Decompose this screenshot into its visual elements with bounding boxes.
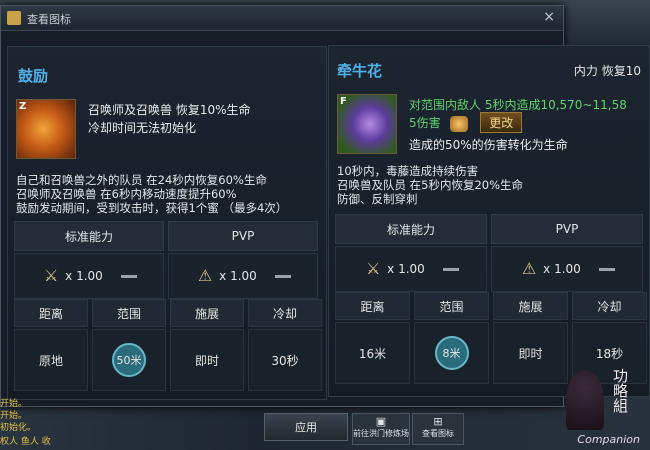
mult-value: x 1.00: [65, 269, 103, 283]
stat-range: 50米: [92, 329, 166, 391]
view-icons-label: 查看图标: [422, 429, 454, 438]
left-skill-name: 鼓励: [18, 67, 49, 85]
sword-icon: ⚔: [366, 259, 381, 278]
right-skill-icon[interactable]: F: [337, 94, 397, 154]
pvp-icon: ⚠: [522, 259, 537, 278]
window-title: 查看图标: [27, 13, 71, 26]
tab-pvp[interactable]: PVP: [168, 221, 318, 251]
right-desc-line: 召唤兽及队员 在5秒内恢复20%生命: [337, 178, 524, 192]
left-stat-values: 原地 50米 即时 30秒: [14, 329, 322, 391]
companion-label: Companion: [577, 433, 640, 446]
right-skill-name: 牵牛花: [337, 62, 383, 80]
left-effect-line2: 冷却时间无法初始化: [88, 121, 197, 135]
right-stat-headers: 距离 范围 施展 冷却: [335, 292, 647, 320]
stat-header-cast: 施展: [493, 292, 568, 320]
tab-pvp[interactable]: PVP: [491, 214, 643, 244]
dash-icon: [120, 274, 137, 278]
left-stat-headers: 距离 范围 施展 冷却: [14, 299, 322, 327]
stat-cooldown: 30秒: [248, 329, 322, 391]
stat-distance: 原地: [14, 329, 88, 391]
stat-distance: 16米: [335, 322, 410, 384]
tab-standard[interactable]: 标准能力: [14, 221, 164, 251]
left-standard-mult: ⚔ x 1.00: [14, 253, 164, 299]
right-effect-line2: 造成的50%的伤害转化为生命: [409, 138, 568, 152]
right-icon-badge: F: [340, 96, 347, 107]
chat-line: 初始化。: [0, 423, 37, 433]
right-desc-line: 防御、反制穿刺: [337, 192, 418, 206]
training-label: 前往洪门修炼场: [353, 429, 409, 438]
left-tab-row: 标准能力 PVP: [14, 221, 318, 251]
titlebar: 查看图标 ×: [1, 6, 563, 31]
training-icon: ▣: [375, 415, 387, 428]
left-skill-icon[interactable]: Z: [16, 99, 76, 159]
dash-icon: [274, 274, 291, 278]
mult-value: x 1.00: [543, 262, 581, 276]
stat-range: 8米: [414, 322, 489, 384]
close-button[interactable]: ×: [543, 9, 555, 25]
stat-header-distance: 距离: [335, 292, 410, 320]
decor-text: 功略組: [611, 368, 629, 413]
stat-header-cast: 施展: [170, 299, 244, 327]
training-ground-button[interactable]: ▣ 前往洪门修炼场: [352, 413, 410, 445]
left-effect-line1: 召唤师及召唤兽 恢复10%生命: [88, 103, 251, 117]
left-desc-line: 鼓励发动期间，受到攻击时，获得1个蜜 （最多4次）: [16, 201, 288, 215]
mult-value: x 1.00: [219, 269, 257, 283]
range-circle: 8米: [434, 336, 469, 370]
tab-standard[interactable]: 标准能力: [335, 214, 487, 244]
right-standard-mult: ⚔ x 1.00: [335, 246, 487, 292]
left-skill-panel: 鼓励 Z 召唤师及召唤兽 恢复10%生命 冷却时间无法初始化 自己和召唤兽之外的…: [7, 46, 327, 400]
window-icon: [7, 11, 21, 25]
left-desc-line: 自己和召唤兽之外的队员 在24秒内恢复60%生命: [16, 173, 267, 187]
resource-label: 内力 恢复10: [573, 64, 641, 78]
stat-header-range: 范围: [92, 299, 166, 327]
modify-button[interactable]: 更改: [480, 112, 523, 133]
mult-value: x 1.00: [387, 262, 425, 276]
stat-header-distance: 距离: [14, 299, 88, 327]
right-effect-line1: 对范围内敌人 5秒内造成10,570~11,58: [409, 98, 627, 112]
view-icons-button[interactable]: ⊞ 查看图标: [412, 413, 464, 445]
right-tab-row: 标准能力 PVP: [335, 214, 643, 244]
right-desc-line: 10秒内，毒藤造成持续伤害: [337, 164, 479, 178]
stat-header-range: 范围: [414, 292, 489, 320]
grid-icon: ⊞: [433, 415, 443, 428]
companion-mascot: [566, 370, 604, 430]
left-mult-row: ⚔ x 1.00 ⚠ x 1.00: [14, 253, 318, 299]
paw-icon: [450, 115, 469, 132]
left-desc-line: 召唤师及召唤兽 在6秒内移动速度提升60%: [16, 187, 237, 201]
stat-header-cooldown: 冷却: [572, 292, 647, 320]
dash-icon: [442, 267, 459, 271]
sword-icon: ⚔: [44, 266, 59, 285]
stat-cast: 即时: [170, 329, 244, 391]
right-mult-row: ⚔ x 1.00 ⚠ x 1.00: [335, 246, 643, 292]
left-pvp-mult: ⚠ x 1.00: [168, 253, 318, 299]
range-circle: 50米: [112, 343, 146, 377]
left-icon-badge: Z: [19, 101, 27, 112]
left-desc: 自己和召唤兽之外的队员 在24秒内恢复60%生命 召唤师及召唤兽 在6秒内移动速…: [16, 173, 287, 215]
apply-button[interactable]: 应用: [264, 413, 348, 441]
chat-line: 权人 鱼人 收: [0, 437, 51, 447]
stat-header-cooldown: 冷却: [248, 299, 322, 327]
right-desc: 10秒内，毒藤造成持续伤害 召唤兽及队员 在5秒内恢复20%生命 防御、反制穿刺: [337, 164, 523, 206]
right-stat-values: 16米 8米 即时 18秒: [335, 322, 647, 384]
right-pvp-mult: ⚠ x 1.00: [491, 246, 643, 292]
right-skill-panel: 牵牛花 内力 恢复10 F 对范围内敌人 5秒内造成10,570~11,58 5…: [328, 45, 650, 397]
pvp-icon: ⚠: [198, 266, 213, 285]
stat-cast: 即时: [493, 322, 568, 384]
dash-icon: [598, 267, 615, 271]
right-effect-line1b: 5伤害: [409, 116, 441, 130]
right-effect-line1b-row: 5伤害 更改: [409, 112, 523, 133]
